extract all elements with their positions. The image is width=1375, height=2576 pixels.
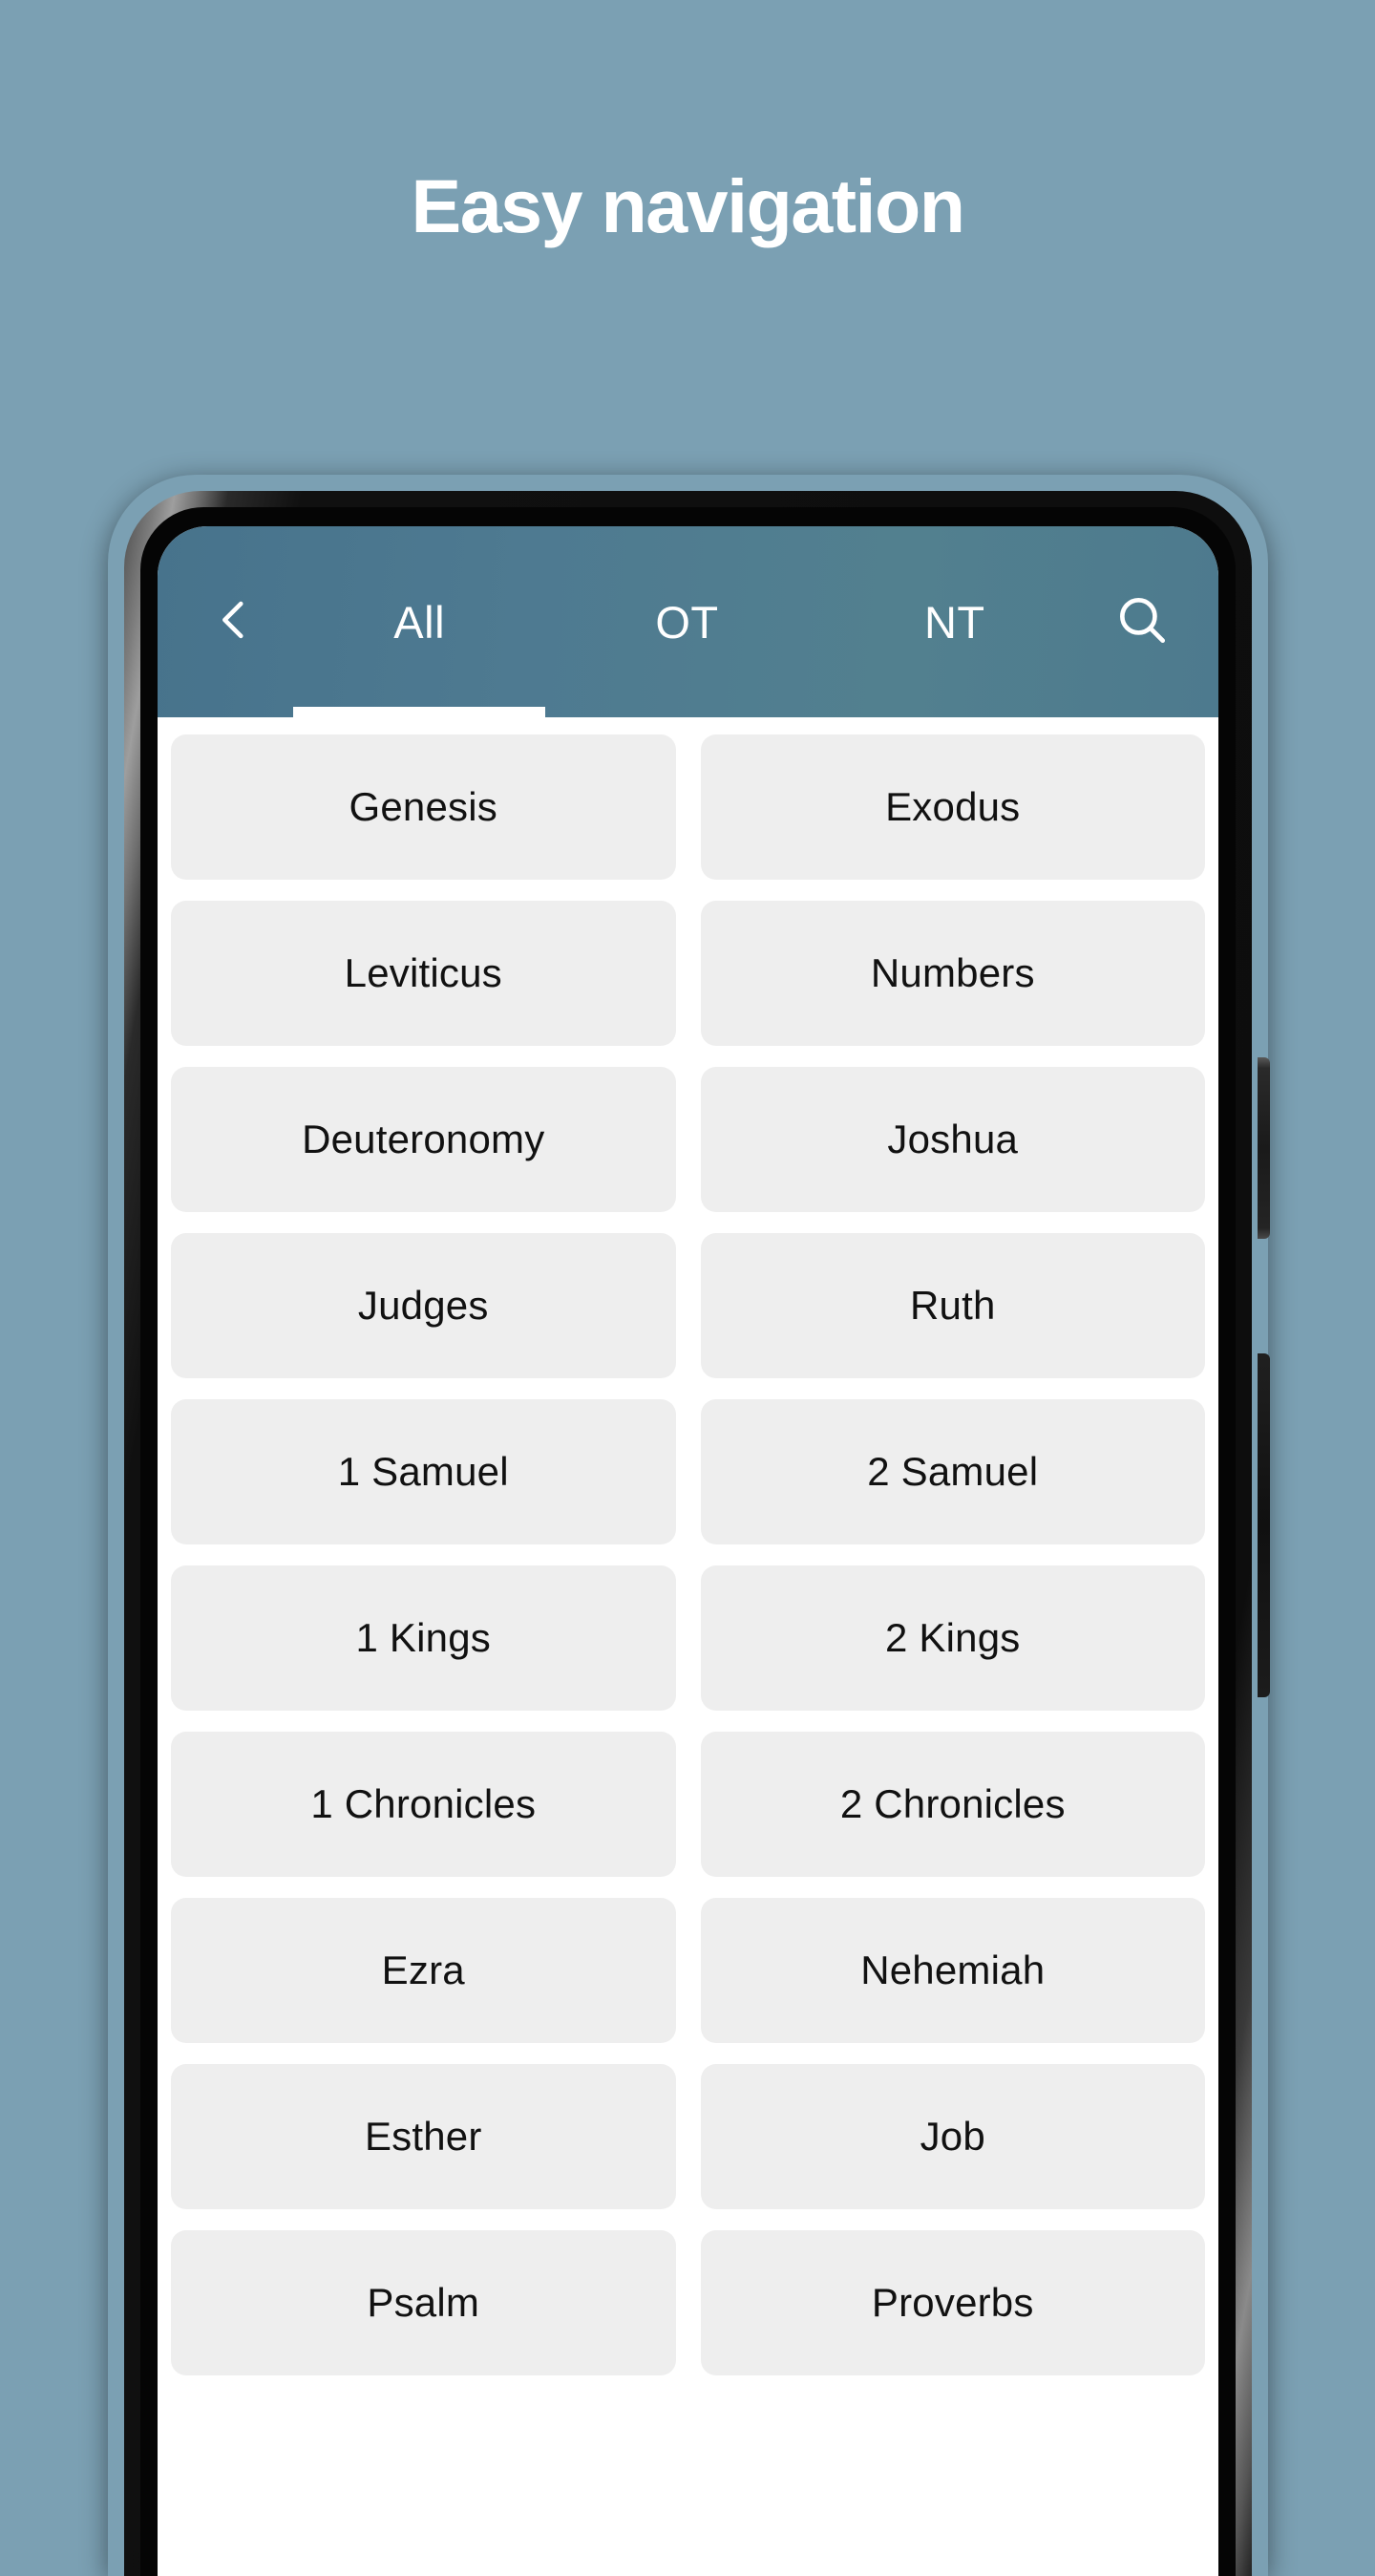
search-icon	[1112, 590, 1172, 654]
tab-all[interactable]: All	[286, 526, 553, 717]
book-button[interactable]: Exodus	[700, 734, 1205, 880]
book-button[interactable]: Esther	[171, 2064, 676, 2209]
books-scroll-area[interactable]: Genesis Exodus Leviticus Numbers Deutero…	[158, 717, 1218, 2576]
book-button[interactable]: Job	[700, 2064, 1205, 2209]
book-button[interactable]: Proverbs	[700, 2230, 1205, 2375]
book-button[interactable]: Genesis	[171, 734, 676, 880]
book-button[interactable]: Ezra	[171, 1898, 676, 2043]
chevron-left-icon	[206, 592, 262, 652]
book-button[interactable]: 1 Kings	[171, 1565, 676, 1711]
phone-screen: All OT NT Genesis Exodus Leviticus Numbe…	[158, 526, 1218, 2576]
tab-ot[interactable]: OT	[553, 526, 820, 717]
book-button[interactable]: Psalm	[171, 2230, 676, 2375]
books-grid: Genesis Exodus Leviticus Numbers Deutero…	[171, 734, 1205, 2375]
volume-rocker[interactable]	[1258, 1353, 1270, 1697]
app-bar: All OT NT	[158, 526, 1218, 717]
back-button[interactable]	[182, 570, 286, 673]
book-button[interactable]: 2 Chronicles	[700, 1732, 1205, 1877]
book-button[interactable]: Ruth	[700, 1233, 1205, 1378]
book-button[interactable]: Joshua	[700, 1067, 1205, 1212]
book-button[interactable]: Numbers	[700, 901, 1205, 1046]
app-bar-row: All OT NT	[158, 526, 1218, 717]
book-button[interactable]: Leviticus	[171, 901, 676, 1046]
book-button[interactable]: 2 Kings	[700, 1565, 1205, 1711]
power-button[interactable]	[1258, 1057, 1270, 1239]
book-button[interactable]: Deuteronomy	[171, 1067, 676, 1212]
tab-all-label: All	[393, 596, 446, 648]
book-button[interactable]: 1 Samuel	[171, 1399, 676, 1544]
book-button[interactable]: 2 Samuel	[700, 1399, 1205, 1544]
page-title: Easy navigation	[411, 163, 966, 248]
tab-nt-label: NT	[923, 596, 985, 648]
book-button[interactable]: 1 Chronicles	[171, 1732, 676, 1877]
search-button[interactable]	[1089, 568, 1195, 675]
book-button[interactable]: Judges	[171, 1233, 676, 1378]
tab-nt[interactable]: NT	[821, 526, 1089, 717]
tab-ot-label: OT	[655, 596, 719, 648]
book-button[interactable]: Nehemiah	[700, 1898, 1205, 2043]
tab-strip: All OT NT	[286, 526, 1089, 717]
phone-mockup: All OT NT Genesis Exodus Leviticus Numbe…	[108, 475, 1270, 2576]
